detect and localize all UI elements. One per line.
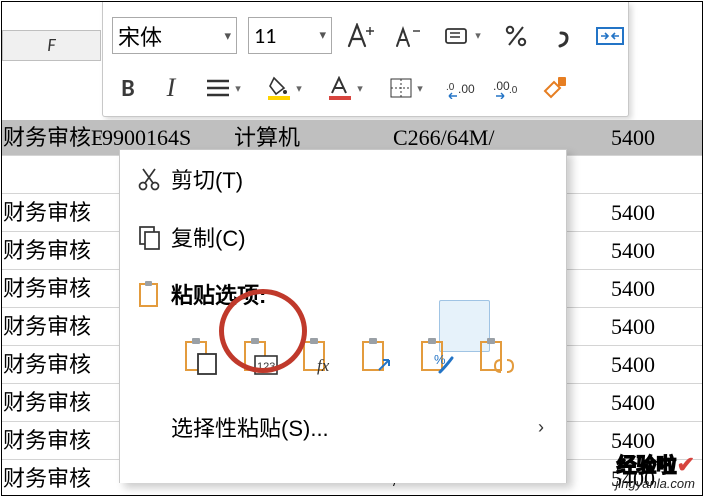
svg-text:.0: .0 — [446, 82, 455, 93]
menu-item-cut[interactable]: 剪切(T) — [120, 150, 566, 208]
decrease-decimal-icon[interactable]: .00.0 — [489, 70, 525, 106]
paste-formulas-icon[interactable]: fx — [297, 334, 341, 378]
chevron-down-icon: ▾ — [296, 82, 302, 95]
svg-text:.0: .0 — [509, 85, 518, 96]
cell[interactable]: 财务审核E — [2, 120, 102, 155]
percent-icon[interactable] — [498, 18, 534, 54]
cell[interactable]: 财务审核 — [2, 270, 102, 307]
cell[interactable] — [2, 156, 102, 193]
cell[interactable]: 财务审核 — [2, 460, 102, 496]
cell[interactable]: 财务审核 — [2, 422, 102, 459]
font-name-select[interactable]: 宋体 ▾ — [112, 17, 237, 54]
menu-label: 复制(C) — [171, 221, 566, 253]
align-button[interactable]: ▾ — [198, 70, 248, 106]
chevron-down-icon: ▾ — [224, 28, 231, 44]
menu-label: 剪切(T) — [171, 163, 566, 195]
svg-text:.00: .00 — [458, 82, 475, 96]
comma-style-icon[interactable] — [545, 18, 581, 54]
svg-text:fx: fx — [317, 356, 330, 375]
context-menu: 剪切(T) 复制(C) 粘贴选项: 123 fx — [119, 149, 567, 483]
merge-center-icon[interactable] — [592, 18, 628, 54]
menu-label: 粘贴选项: — [171, 278, 566, 310]
copy-icon — [126, 224, 171, 250]
chevron-down-icon: ▾ — [235, 82, 241, 95]
increase-font-icon[interactable] — [343, 18, 379, 54]
font-name-value: 宋体 — [118, 20, 162, 52]
menu-item-copy[interactable]: 复制(C) — [120, 208, 566, 266]
svg-text:123: 123 — [257, 361, 275, 373]
cell[interactable]: 财务审核 — [2, 384, 102, 421]
paste-options-row: 123 fx % — [120, 321, 566, 398]
cell[interactable]: 财务审核 — [2, 346, 102, 383]
cell[interactable]: 财务审核 — [2, 194, 102, 231]
borders-button[interactable]: ▾ — [381, 70, 431, 106]
paste-formatting-icon[interactable]: % — [415, 334, 459, 378]
accounting-format-icon[interactable]: ▾ — [437, 18, 487, 54]
chevron-down-icon: ▾ — [357, 82, 363, 95]
decrease-font-icon[interactable] — [390, 18, 426, 54]
fill-color-button[interactable]: ▾ — [259, 70, 309, 106]
menu-label: 选择性粘贴(S)... — [171, 411, 516, 443]
chevron-right-icon: › — [516, 417, 566, 438]
format-painter-icon[interactable] — [536, 70, 572, 106]
menu-item-paste-options: 粘贴选项: — [120, 266, 566, 321]
font-size-value: 11 — [254, 22, 276, 49]
font-size-select[interactable]: 11 ▾ — [248, 17, 332, 54]
chevron-down-icon: ▾ — [417, 82, 423, 95]
paste-link-icon[interactable] — [474, 334, 518, 378]
paste-normal-icon[interactable] — [179, 334, 223, 378]
italic-button[interactable]: I — [155, 70, 187, 106]
cut-icon — [126, 166, 171, 192]
svg-text:%: % — [434, 352, 446, 367]
menu-item-paste-special[interactable]: 选择性粘贴(S)... › — [120, 398, 566, 456]
column-header[interactable]: F — [2, 30, 101, 61]
paste-values-icon[interactable]: 123 — [238, 334, 282, 378]
paste-transpose-icon[interactable] — [356, 334, 400, 378]
bold-button[interactable]: B — [112, 70, 144, 106]
increase-decimal-icon[interactable]: .0.00 — [442, 70, 478, 106]
mini-toolbar: 宋体 ▾ 11 ▾ ▾ — [102, 2, 629, 117]
paste-icon — [126, 279, 171, 309]
svg-text:.00: .00 — [493, 79, 510, 93]
cell[interactable]: 财务审核 — [2, 308, 102, 345]
cell[interactable]: 财务审核 — [2, 232, 102, 269]
chevron-down-icon: ▾ — [319, 28, 326, 43]
font-color-button[interactable]: ▾ — [320, 70, 370, 106]
chevron-down-icon: ▾ — [475, 29, 481, 42]
